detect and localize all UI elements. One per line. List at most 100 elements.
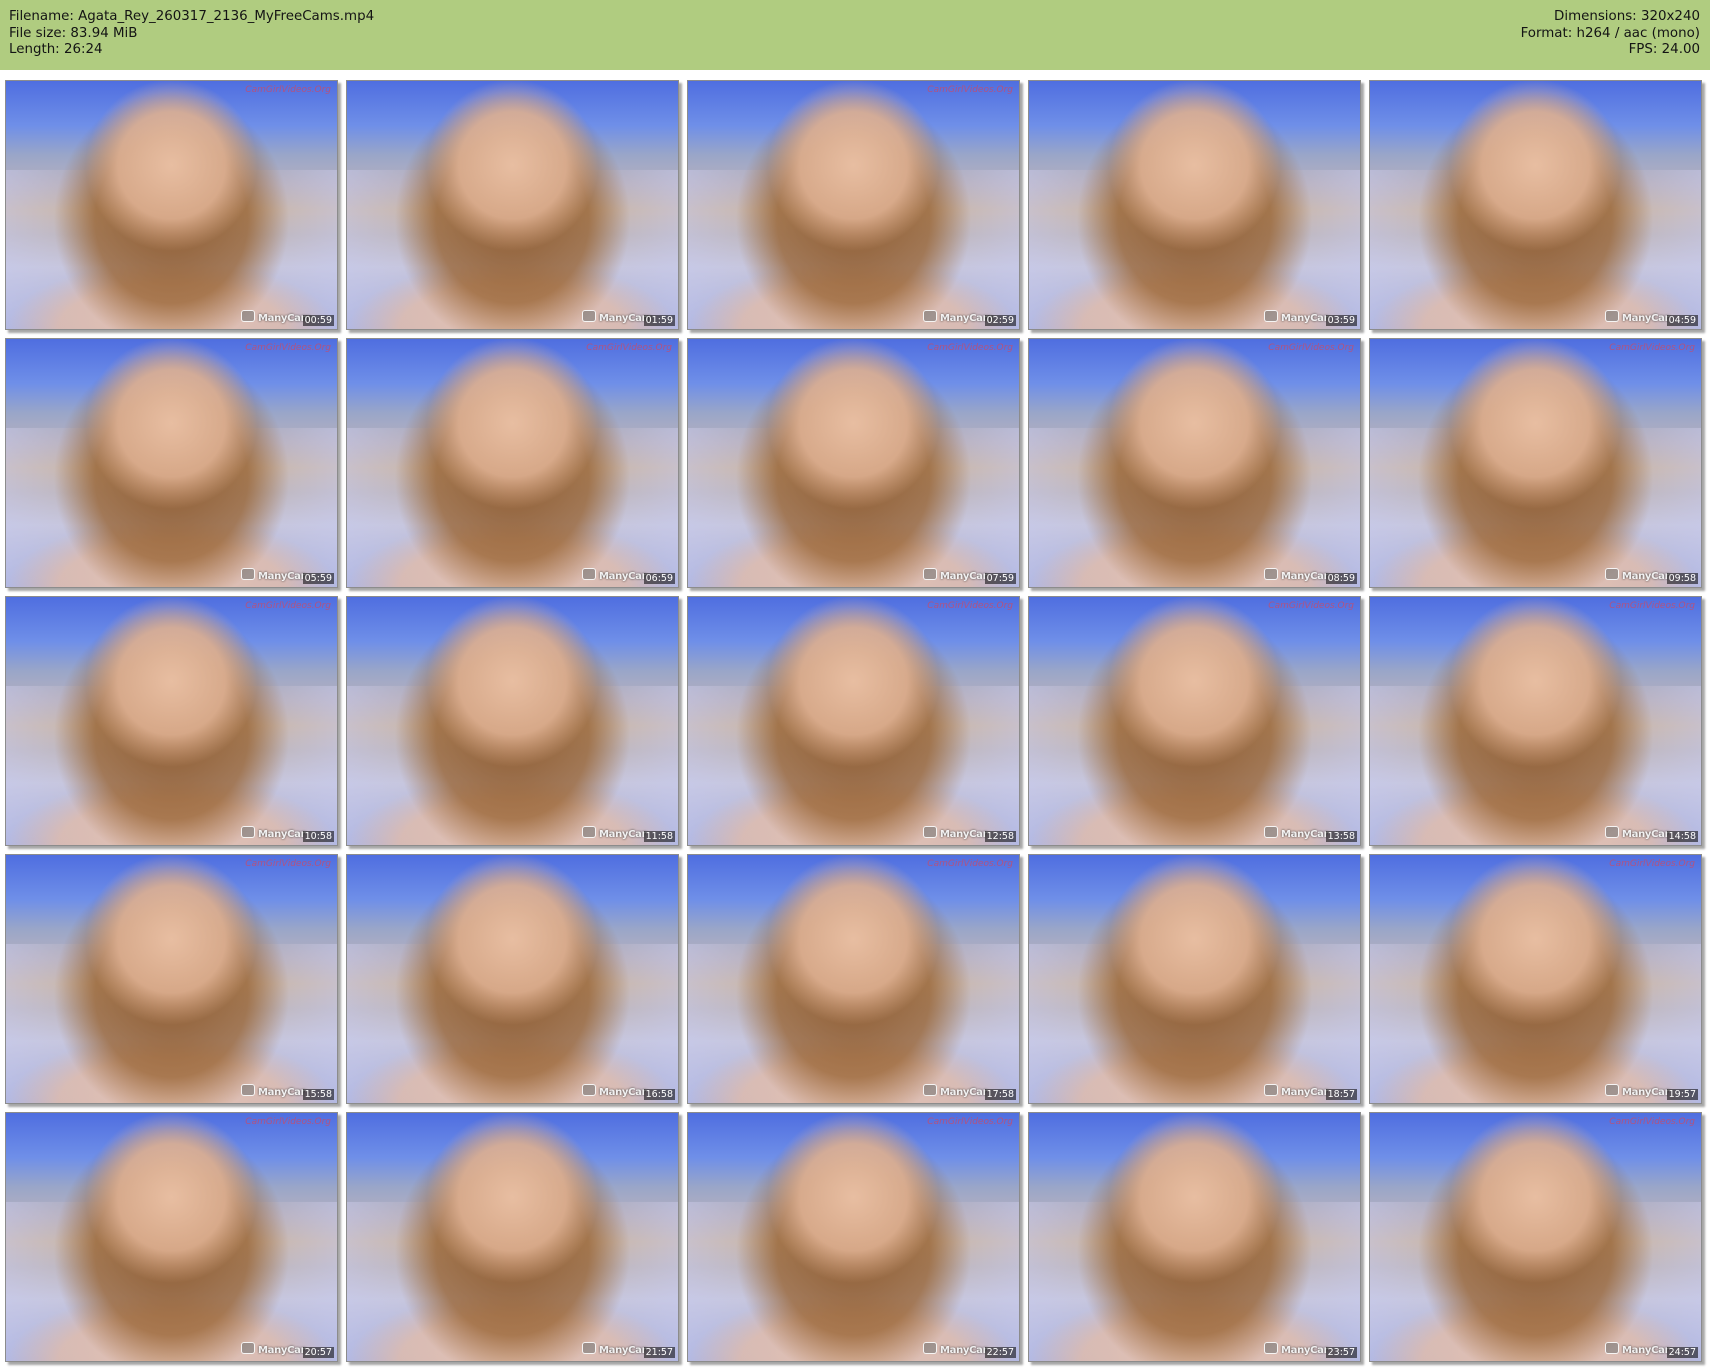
top-watermark: CamGirlVideos.Org [1268,343,1354,353]
watermark-text: ManyCar [1622,1087,1670,1098]
camera-icon [1264,310,1278,322]
timestamp-label: 22:57 [984,1347,1016,1358]
manycam-watermark: ManyCar [923,1342,988,1356]
video-thumbnail: CamGirlVideos.Org ManyCar 22:57 [687,1112,1020,1362]
timestamp-label: 00:59 [302,315,334,326]
watermark-text: ManyCar [599,571,647,582]
camera-icon [582,568,596,580]
camera-icon [1605,310,1619,322]
thumbnail-image [688,1113,1019,1361]
camera-icon [1264,1342,1278,1354]
manycam-watermark: ManyCar [923,826,988,840]
thumbnail-image [347,339,678,587]
manycam-watermark: ManyCar [241,826,306,840]
timestamp-label: 20:57 [302,1347,334,1358]
watermark-text: ManyCar [1622,829,1670,840]
top-watermark: CamGirlVideos.Org [1609,859,1695,869]
timestamp-label: 15:58 [302,1089,334,1100]
video-thumbnail: CamGirlVideos.Org ManyCar 14:58 [1369,596,1702,846]
manycam-watermark: ManyCam [241,310,311,324]
top-watermark: CamGirlVideos.Org [927,85,1013,95]
info-right: Dimensions: 320x240 Format: h264 / aac (… [1521,9,1700,59]
watermark-text: ManyCar [1281,829,1329,840]
video-thumbnail: CamGirlVideos.Org ManyCar 24:57 [1369,1112,1702,1362]
thumbnail-image [688,81,1019,329]
watermark-text: ManyCar [940,829,988,840]
thumbnail-image [1029,339,1360,587]
watermark-text: ManyCar [1281,1087,1329,1098]
video-thumbnail: CamGirlVideos.Org ManyCar 12:58 [687,596,1020,846]
manycam-watermark: ManyCar [1605,1342,1670,1356]
timestamp-label: 04:59 [1666,315,1698,326]
camera-icon [1264,568,1278,580]
video-thumbnail: CamGirlVideos.Org ManyCar 09:58 [1369,338,1702,588]
format-label: Format: h264 / aac (mono) [1520,25,1700,41]
watermark-text: ManyCar [258,571,306,582]
timestamp-label: 21:57 [643,1347,675,1358]
manycam-watermark: ManyCar [1605,826,1670,840]
timestamp-label: 10:58 [302,831,334,842]
thumbnail-image [6,1113,337,1361]
watermark-text: ManyCar [1622,313,1670,324]
manycam-watermark: ManyCar [1264,568,1329,582]
camera-icon [582,1084,596,1096]
timestamp-label: 07:59 [984,573,1016,584]
camera-icon [923,1084,937,1096]
video-thumbnail: CamGirlVideos.Org ManyCam 02:59 [687,80,1020,330]
info-left: Filename: Agata_Rey_260317_2136_MyFreeCa… [9,9,374,59]
thumbnail-image [6,597,337,845]
camera-icon [1605,1084,1619,1096]
watermark-text: ManyCar [599,829,647,840]
camera-icon [241,1342,255,1354]
camera-icon [241,1084,255,1096]
top-watermark: CamGirlVideos.Org [1609,1117,1695,1127]
timestamp-label: 24:57 [1666,1347,1698,1358]
watermark-text: ManyCar [258,1087,306,1098]
camera-icon [582,1342,596,1354]
video-thumbnail: CamGirlVideos.Org ManyCar 19:57 [1369,854,1702,1104]
thumbnail-image [6,855,337,1103]
thumbnail-image [1370,339,1701,587]
manycam-watermark: ManyCar [1605,1084,1670,1098]
video-thumbnail: ManyCar 18:57 [1028,854,1361,1104]
watermark-text: ManyCar [940,571,988,582]
timestamp-label: 19:57 [1666,1089,1698,1100]
top-watermark: CamGirlVideos.Org [586,343,672,353]
thumbnail-image [1029,1113,1360,1361]
video-thumbnail: CamGirlVideos.Org ManyCar 06:59 [346,338,679,588]
manycam-watermark: ManyCar [582,1084,647,1098]
camera-icon [923,310,937,322]
video-thumbnail: ManyCam 01:59 [346,80,679,330]
camera-icon [241,310,255,322]
thumbnail-image [347,855,678,1103]
manycam-watermark: ManyCar [1264,1084,1329,1098]
video-thumbnail: ManyCar 21:57 [346,1112,679,1362]
info-header: Filename: Agata_Rey_260317_2136_MyFreeCa… [0,0,1710,70]
timestamp-label: 02:59 [984,315,1016,326]
camera-icon [1605,826,1619,838]
timestamp-label: 13:58 [1325,831,1357,842]
watermark-text: ManyCar [258,829,306,840]
watermark-text: ManyCar [599,1087,647,1098]
video-thumbnail: ManyCar 04:59 [1369,80,1702,330]
video-thumbnail: CamGirlVideos.Org ManyCar 08:59 [1028,338,1361,588]
thumbnail-image [688,339,1019,587]
manycam-watermark: ManyCar [241,1084,306,1098]
video-thumbnail: ManyCar 11:58 [346,596,679,846]
filename-label: Filename: Agata_Rey_260317_2136_MyFreeCa… [9,9,375,24]
watermark-text: ManyCar [258,1345,306,1356]
thumbnail-image [1029,81,1360,329]
camera-icon [923,568,937,580]
top-watermark: CamGirlVideos.Org [245,343,331,353]
thumbnail-image [347,81,678,329]
video-thumbnail: CamGirlVideos.Org ManyCar 07:59 [687,338,1020,588]
top-watermark: CamGirlVideos.Org [245,1117,331,1127]
camera-icon [923,1342,937,1354]
thumbnail-image [1370,81,1701,329]
thumbnail-grid: CamGirlVideos.Org ManyCam 00:59 ManyCam 01:5… [0,70,1710,1370]
timestamp-label: 05:59 [302,573,334,584]
video-thumbnail: CamGirlVideos.Org ManyCar 17:58 [687,854,1020,1104]
manycam-watermark: ManyCar [1264,310,1329,324]
thumbnail-image [347,1113,678,1361]
top-watermark: CamGirlVideos.Org [927,343,1013,353]
